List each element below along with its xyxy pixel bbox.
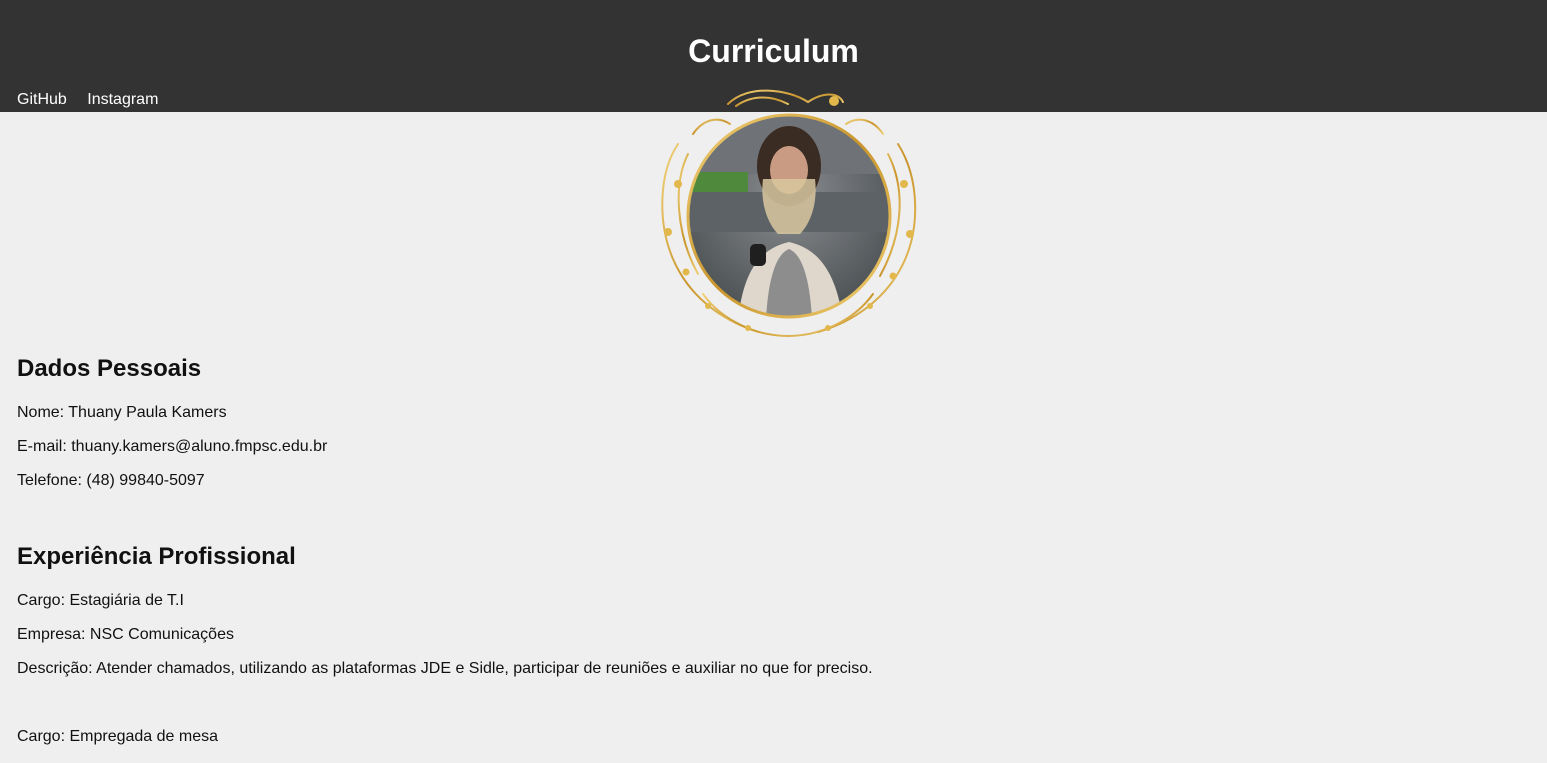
profile-photo [648, 84, 928, 339]
job-role: Cargo: Empregada de mesa [17, 728, 218, 745]
personal-phone: Telefone: (48) 99840-5097 [17, 472, 205, 489]
job-description: Descrição: Atender chamados, utilizando … [17, 660, 873, 677]
ornate-frame-photo [661, 89, 917, 338]
section-heading-personal: Dados Pessoais [17, 355, 202, 382]
nav-link-github[interactable]: GitHub [17, 91, 67, 108]
job-company: Empresa: NSC Comunicações [17, 626, 234, 643]
section-heading-experience: Experiência Profissional [17, 543, 296, 570]
top-nav: GitHub Instagram [17, 91, 174, 109]
personal-name: Nome: Thuany Paula Kamers [17, 404, 227, 421]
page-title: Curriculum [688, 33, 859, 69]
nav-link-instagram[interactable]: Instagram [87, 91, 158, 108]
job-role: Cargo: Estagiária de T.I [17, 592, 184, 609]
personal-email: E-mail: thuany.kamers@aluno.fmpsc.edu.br [17, 438, 328, 455]
